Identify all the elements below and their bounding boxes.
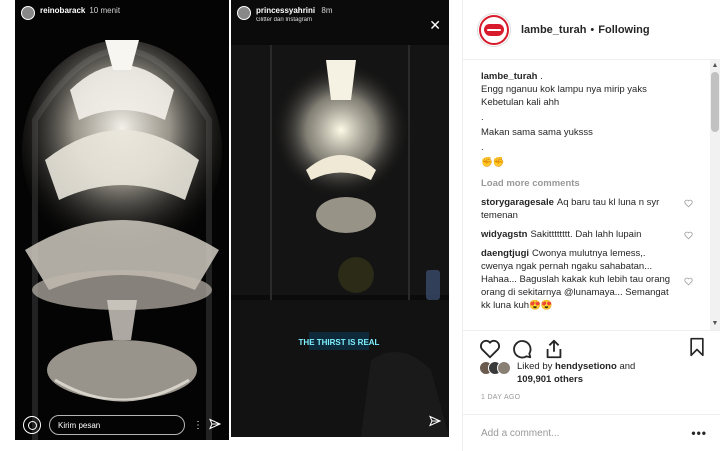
caption: lambe_turah . Engg nganuu kok lampu nya … <box>481 70 697 169</box>
caption-text: . <box>540 71 543 82</box>
caption-line: Makan sama sama yuksss <box>481 127 593 138</box>
caption-line: Engg nganuu kok lampu nya mirip yaks <box>481 84 647 95</box>
author-avatar[interactable] <box>477 12 511 47</box>
likes-and: and <box>619 361 636 372</box>
add-comment-input[interactable]: Add a comment... <box>481 428 691 439</box>
story-footer: Kirim pesan ⋮ <box>15 410 229 440</box>
send-icon[interactable] <box>429 415 442 430</box>
more-icon[interactable]: ⋮ <box>193 420 203 431</box>
close-icon[interactable]: ✕ <box>429 18 441 32</box>
chandelier-image-2: THE THIRST IS REAL <box>231 0 449 437</box>
comment-username[interactable]: daengtjugi <box>481 248 529 259</box>
more-options-icon[interactable]: ••• <box>691 426 707 440</box>
post-side-panel: lambe_turah • Following lambe_turah . En… <box>462 0 720 451</box>
camera-icon[interactable] <box>23 416 41 434</box>
heart-icon[interactable] <box>684 231 693 240</box>
load-more-comments-link[interactable]: Load more comments <box>481 177 697 190</box>
caption-line: . <box>481 142 484 153</box>
comment-text: Sakitttttttt. Dah lahh lupain <box>530 229 642 240</box>
neon-sign-text: THE THIRST IS REAL <box>299 338 380 347</box>
avatar <box>497 361 511 375</box>
likes-summary: Liked by hendysetiono and 109,901 others <box>479 360 635 386</box>
liker-avatars[interactable] <box>479 361 511 375</box>
story-time: 10 menit <box>89 6 121 15</box>
avatar[interactable] <box>237 6 251 20</box>
story-header: reinobarack 10 menit <box>15 0 229 40</box>
post-timestamp[interactable]: 1 DAY AGO <box>481 394 520 401</box>
separator: • <box>590 23 595 36</box>
story-subtitle: Glitter dari Instagram <box>256 17 313 23</box>
follow-button[interactable]: Following <box>598 24 649 36</box>
story-username[interactable]: princessyahrini <box>256 6 315 15</box>
message-input[interactable]: Kirim pesan <box>49 415 185 435</box>
likes-count[interactable]: 109,901 others <box>517 374 583 385</box>
caption-username[interactable]: lambe_turah <box>481 71 538 82</box>
caption-emoji: ✊✊ <box>481 157 505 168</box>
share-icon[interactable] <box>543 338 565 360</box>
author-username[interactable]: lambe_turah <box>521 24 586 36</box>
caption-line: . <box>481 112 484 123</box>
post-media[interactable]: reinobarack 10 menit Kirim pesan ⋮ THE T… <box>0 0 462 451</box>
story-screenshot-1: reinobarack 10 menit Kirim pesan ⋮ <box>15 0 229 440</box>
avatar[interactable] <box>21 6 35 20</box>
story-header: princessyahrini 8m Glitter dari Instagra… <box>231 0 449 40</box>
comment: widyagstn Sakitttttttt. Dah lahh lupain <box>481 228 697 241</box>
likes-prefix: Liked by <box>517 361 553 372</box>
send-icon[interactable] <box>209 418 222 433</box>
story-footer <box>231 407 449 437</box>
comments-area: lambe_turah . Engg nganuu kok lampu nya … <box>463 60 711 330</box>
scrollbar-thumb[interactable] <box>711 72 719 132</box>
scroll-down-icon[interactable]: ▼ <box>711 320 719 328</box>
liker-username[interactable]: hendysetiono <box>555 361 617 372</box>
post-header: lambe_turah • Following <box>463 0 720 60</box>
comment: storygaragesale Aq baru tau kl luna n syr… <box>481 196 697 222</box>
story-time: 8m <box>321 6 333 15</box>
chandelier-image-1 <box>15 0 229 440</box>
story-screenshot-2: THE THIRST IS REAL princessyahrini 8m Gl… <box>231 0 449 437</box>
heart-icon[interactable] <box>684 277 693 286</box>
scroll-up-icon[interactable]: ▲ <box>711 62 719 70</box>
story-username[interactable]: reinobarack <box>40 6 85 15</box>
heart-icon[interactable] <box>684 199 693 208</box>
add-comment-bar: Add a comment... ••• <box>463 414 720 451</box>
comments-scrollbar[interactable]: ▲ ▼ <box>710 60 720 330</box>
action-bar <box>463 330 720 360</box>
comment-username[interactable]: storygaragesale <box>481 197 554 208</box>
comment: daengtjugi Cwonya mulutnya lemess,. cweny… <box>481 247 697 312</box>
caption-line: Kebetulan kali ahh <box>481 97 560 108</box>
lips-logo-icon <box>484 23 504 36</box>
heart-icon[interactable] <box>479 338 501 360</box>
comment-icon[interactable] <box>511 338 533 360</box>
instagram-post-view: reinobarack 10 menit Kirim pesan ⋮ THE T… <box>0 0 720 451</box>
comment-username[interactable]: widyagstn <box>481 229 527 240</box>
likes-text: Liked by hendysetiono and 109,901 others <box>517 360 635 386</box>
bookmark-icon[interactable] <box>687 336 707 358</box>
